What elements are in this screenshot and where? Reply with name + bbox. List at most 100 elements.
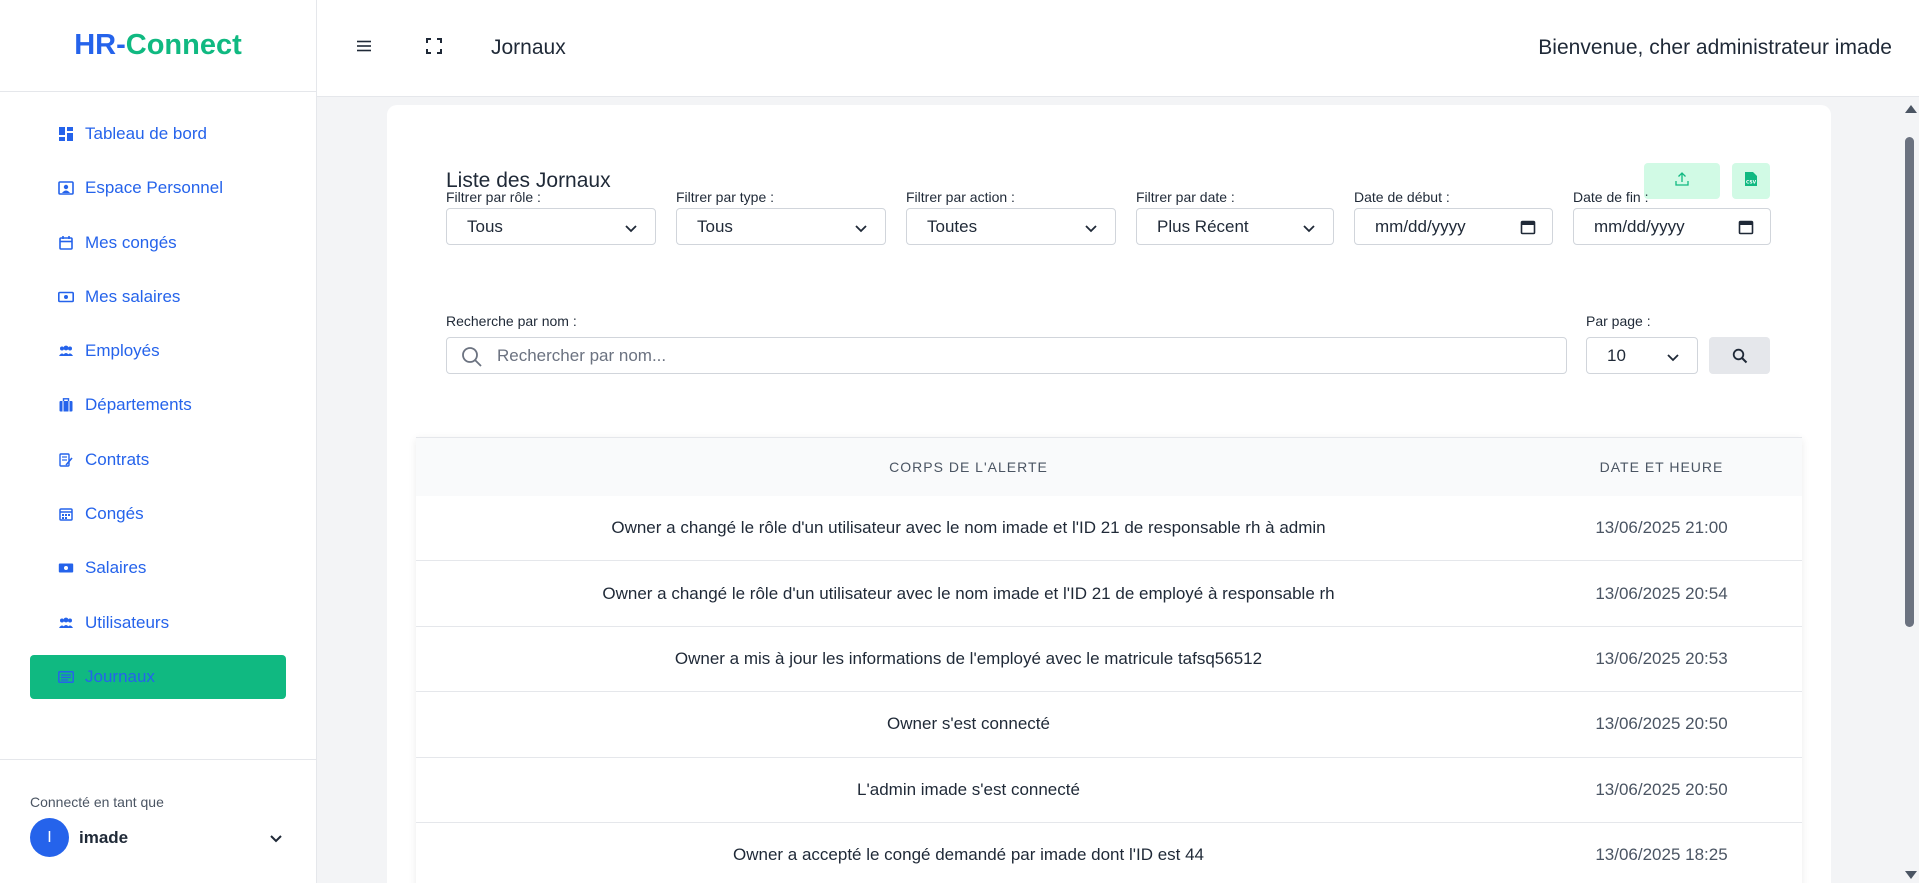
- user-menu[interactable]: I imade: [30, 818, 286, 857]
- sidebar-item-employes[interactable]: Employés: [30, 329, 286, 373]
- table-row: Owner a changé le rôle d'un utilisateur …: [416, 496, 1802, 562]
- sidebar-item-mes-salaires[interactable]: Mes salaires: [30, 275, 286, 319]
- username: imade: [79, 827, 129, 847]
- action-filter-value: Toutes: [927, 216, 978, 236]
- sidebar-item-label: Employés: [85, 341, 160, 361]
- page-title: Jornaux: [491, 36, 566, 59]
- sidebar-item-label: Espace Personnel: [85, 178, 223, 198]
- sidebar-item-label: Mes salaires: [85, 286, 181, 306]
- sidebar-item-label: Journaux: [85, 666, 155, 686]
- fullscreen-icon: [426, 37, 442, 59]
- log-icon: [58, 669, 74, 685]
- contract-icon: [58, 452, 74, 468]
- start-date-value: mm/dd/yyyy: [1375, 216, 1466, 236]
- date-cell: 13/06/2025 20:50: [1595, 714, 1728, 734]
- date-cell: 13/06/2025 18:25: [1595, 845, 1728, 865]
- type-filter-label: Filtrer par type :: [676, 189, 775, 205]
- per-page-select[interactable]: 10: [1586, 337, 1698, 374]
- app-logo[interactable]: HR- Connect: [0, 0, 316, 92]
- alert-body-cell: Owner s'est connecté: [887, 714, 1050, 734]
- column-header-date-time[interactable]: DATE ET HEURE: [1521, 459, 1802, 475]
- end-date-label: Date de fin :: [1573, 189, 1649, 205]
- date-cell: 13/06/2025 20:50: [1595, 779, 1728, 799]
- sidebar-item-label: Utilisateurs: [85, 612, 170, 632]
- table-header: CORPS DE L'ALERTE DATE ET HEURE: [416, 438, 1802, 496]
- date-filter-value: Plus Récent: [1157, 216, 1249, 236]
- sidebar-item-label: Mes congés: [85, 232, 177, 252]
- role-filter-select[interactable]: Tous: [446, 208, 656, 245]
- logs-card: Liste des Jornaux CSV Filtrer par rôle :…: [387, 105, 1831, 883]
- vertical-scrollbar[interactable]: [1900, 97, 1919, 883]
- sidebar-item-label: Départements: [85, 395, 192, 415]
- action-filter-select[interactable]: Toutes: [906, 208, 1116, 245]
- dashboard-icon: [58, 126, 74, 142]
- alert-body-cell: L'admin imade s'est connecté: [857, 779, 1080, 799]
- per-page-label: Par page :: [1586, 313, 1651, 329]
- logs-table: CORPS DE L'ALERTE DATE ET HEURE Owner a …: [416, 437, 1802, 883]
- sidebar-footer: Connecté en tant que I imade: [0, 759, 316, 883]
- scroll-down-arrow-icon[interactable]: [1905, 871, 1917, 879]
- avatar: I: [30, 818, 69, 857]
- csv-export-button[interactable]: CSV: [1732, 163, 1770, 199]
- calendar-icon: [58, 235, 74, 251]
- sidebar-item-label: Tableau de bord: [85, 124, 207, 143]
- sidebar-item-mes-conges[interactable]: Mes congés: [30, 221, 286, 265]
- calendar-icon[interactable]: [1738, 219, 1754, 235]
- sidebar-item-label: Salaires: [85, 558, 147, 578]
- table-row: Owner s'est connecté 13/06/2025 20:50: [416, 692, 1802, 758]
- per-page-value: 10: [1607, 345, 1626, 365]
- sidebar-item-departements[interactable]: Départements: [30, 383, 286, 427]
- sidebar-item-tableau-de-bord[interactable]: Tableau de bord: [30, 112, 286, 156]
- sidebar-nav: Tableau de bord Espace Personnel Mes con…: [0, 92, 316, 699]
- date-cell: 13/06/2025 21:00: [1595, 518, 1728, 538]
- sidebar-item-conges[interactable]: Congés: [30, 492, 286, 536]
- sidebar-item-journaux[interactable]: Journaux: [30, 654, 286, 699]
- menu-toggle-button[interactable]: [349, 33, 379, 63]
- table-row: Owner a changé le rôle d'un utilisateur …: [416, 561, 1802, 627]
- sidebar-item-salaires[interactable]: Salaires: [30, 546, 286, 590]
- sidebar-item-label: Contrats: [85, 449, 150, 469]
- chevron-down-icon: [1667, 354, 1679, 362]
- calendar-icon[interactable]: [1520, 219, 1536, 235]
- alert-body-cell: Owner a mis à jour les informations de l…: [674, 648, 1263, 668]
- start-date-input[interactable]: mm/dd/yyyy: [1354, 208, 1553, 245]
- svg-text:CSV: CSV: [1746, 179, 1757, 185]
- hamburger-icon: [357, 39, 371, 57]
- scrollbar-thumb[interactable]: [1905, 137, 1914, 627]
- sidebar-item-contrats[interactable]: Contrats: [30, 438, 286, 482]
- money-icon: [58, 289, 74, 305]
- type-filter-value: Tous: [697, 216, 733, 236]
- date-filter-select[interactable]: Plus Récent: [1136, 208, 1334, 245]
- role-filter-value: Tous: [467, 216, 503, 236]
- type-filter-select[interactable]: Tous: [676, 208, 886, 245]
- scroll-up-arrow-icon[interactable]: [1905, 105, 1917, 113]
- alert-body-cell: Owner a accepté le congé demandé par ima…: [732, 845, 1205, 865]
- chevron-down-icon[interactable]: [266, 828, 286, 848]
- sidebar-item-utilisateurs[interactable]: Utilisateurs: [30, 601, 286, 645]
- role-filter-label: Filtrer par rôle :: [446, 189, 541, 205]
- upload-icon: [1675, 171, 1689, 191]
- end-date-input[interactable]: mm/dd/yyyy: [1573, 208, 1771, 245]
- search-icon: [1732, 348, 1747, 363]
- table-row: L'admin imade s'est connecté 13/06/2025 …: [416, 757, 1802, 823]
- logged-in-label: Connecté en tant que: [30, 794, 164, 810]
- fullscreen-button[interactable]: [419, 33, 449, 63]
- export-button[interactable]: [1644, 163, 1720, 199]
- money-icon: [58, 560, 74, 576]
- logo-part1: HR-: [74, 29, 126, 61]
- date-cell: 13/06/2025 20:53: [1595, 648, 1728, 668]
- search-icon: [462, 347, 482, 367]
- sidebar-item-espace-personnel[interactable]: Espace Personnel: [30, 166, 286, 210]
- personal-space-icon: [58, 180, 74, 196]
- welcome-message: Bienvenue, cher administrateur imade: [1538, 36, 1892, 59]
- table-row: Owner a mis à jour les informations de l…: [416, 626, 1802, 693]
- calendar-grid-icon: [58, 506, 74, 522]
- chevron-down-icon: [855, 225, 867, 233]
- sidebar: HR- Connect Tableau de bord Espace Person…: [0, 0, 317, 883]
- search-button[interactable]: [1709, 337, 1770, 374]
- users-icon: [58, 615, 74, 631]
- search-label: Recherche par nom :: [446, 313, 577, 329]
- search-input[interactable]: Rechercher par nom...: [446, 337, 1567, 374]
- column-header-alert-body[interactable]: CORPS DE L'ALERTE: [416, 459, 1521, 475]
- table-row: Owner a accepté le congé demandé par ima…: [416, 822, 1802, 883]
